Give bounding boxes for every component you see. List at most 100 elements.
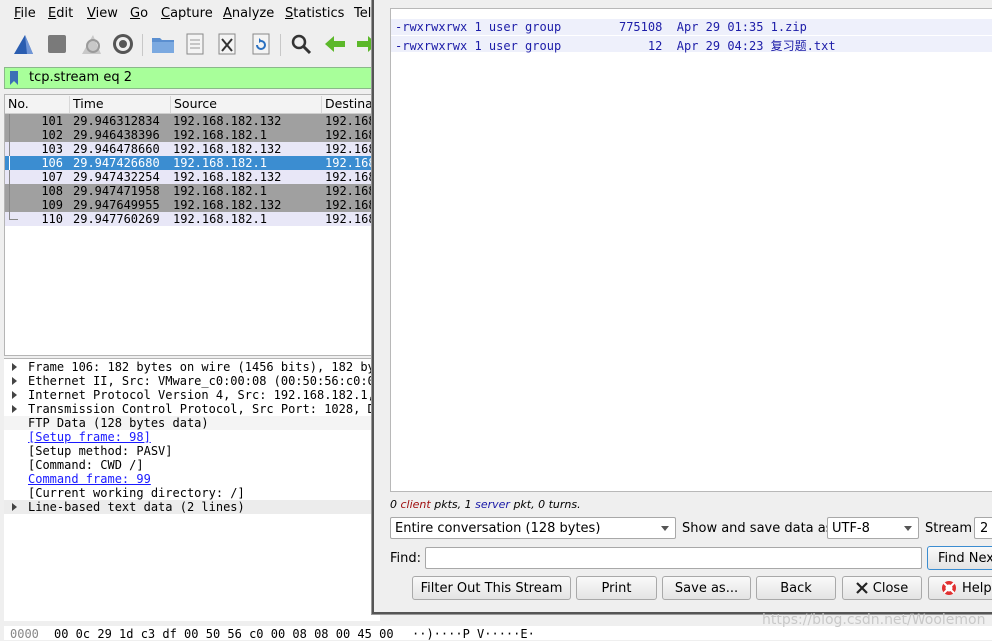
column-header-destination[interactable]: Destinat bbox=[321, 96, 378, 113]
detail-text: [Setup method: PASV] bbox=[28, 444, 173, 458]
chevron-down-icon bbox=[904, 526, 912, 531]
packet-row[interactable]: 107 29.947432254 192.168.182.132 192.168 bbox=[5, 170, 379, 184]
display-filter-bar[interactable]: tcp.stream eq 2 bbox=[4, 67, 384, 89]
toolbar-divider bbox=[142, 34, 143, 56]
reload-file-icon[interactable] bbox=[248, 31, 274, 57]
detail-link[interactable]: Command frame: 99 bbox=[28, 472, 151, 486]
packet-row[interactable]: 106 29.947426680 192.168.182.1 192.168 bbox=[5, 156, 379, 170]
packet-cell-time: 29.947426680 bbox=[73, 156, 160, 170]
detail-tree-item[interactable]: Frame 106: 182 bytes on wire (1456 bits)… bbox=[4, 360, 380, 374]
menu-go[interactable]: Go bbox=[130, 6, 148, 21]
open-folder-icon[interactable] bbox=[150, 31, 176, 57]
packet-cell-src: 192.168.182.132 bbox=[173, 170, 282, 184]
packet-list-header: No. Time Source Destinat bbox=[5, 95, 379, 114]
detail-tree-item[interactable]: Command frame: 99 bbox=[4, 472, 380, 486]
watermark: https://blog.csdn.net/Woolemon bbox=[762, 612, 986, 628]
packet-cell-dst: 192.168 bbox=[325, 142, 376, 156]
packet-row[interactable]: 103 29.946478660 192.168.182.132 192.168 bbox=[5, 142, 379, 156]
expand-arrow-icon[interactable] bbox=[12, 363, 17, 371]
packet-row[interactable]: 102 29.946438396 192.168.182.1 192.168 bbox=[5, 128, 379, 142]
hex-offset: 0000 bbox=[10, 627, 39, 641]
detail-text: [Current working directory: /] bbox=[28, 486, 245, 500]
close-file-icon[interactable] bbox=[214, 31, 240, 57]
show-save-label: Show and save data as bbox=[682, 521, 833, 536]
expand-arrow-icon[interactable] bbox=[12, 405, 17, 413]
capture-options-gear-icon[interactable] bbox=[110, 31, 136, 57]
find-next-button[interactable]: Find Next bbox=[927, 546, 992, 570]
bookmark-icon[interactable] bbox=[9, 71, 19, 85]
packet-details-pane[interactable]: Frame 106: 182 bytes on wire (1456 bits)… bbox=[4, 358, 380, 621]
column-header-source[interactable]: Source bbox=[170, 96, 217, 113]
detail-tree-item[interactable]: FTP Data (128 bytes data) bbox=[4, 416, 380, 430]
column-header-time[interactable]: Time bbox=[69, 96, 104, 113]
detail-tree-item[interactable]: Transmission Control Protocol, Src Port:… bbox=[4, 402, 380, 416]
stream-content-view[interactable]: -rwxrwxrwx 1 user group 775108 Apr 29 01… bbox=[390, 8, 992, 492]
detail-tree-item[interactable]: Ethernet II, Src: VMware_c0:00:08 (00:50… bbox=[4, 374, 380, 388]
chevron-down-icon bbox=[661, 526, 669, 531]
packet-list[interactable]: No. Time Source Destinat 101 29.946312834… bbox=[4, 94, 380, 356]
stream-packet-summary: 0 client pkts, 1 server pkt, 0 turns. bbox=[390, 498, 581, 511]
detail-text: FTP Data (128 bytes data) bbox=[28, 416, 209, 430]
packet-cell-src: 192.168.182.1 bbox=[173, 128, 267, 142]
toolbar-divider bbox=[280, 34, 281, 56]
packet-row[interactable]: 110 29.947760269 192.168.182.1 192.168 bbox=[5, 212, 379, 226]
detail-tree-item[interactable]: [Command: CWD /] bbox=[4, 458, 380, 472]
conversation-select[interactable]: Entire conversation (128 bytes) bbox=[390, 517, 676, 539]
packet-cell-src: 192.168.182.132 bbox=[173, 142, 282, 156]
expand-arrow-icon[interactable] bbox=[12, 377, 17, 385]
packet-cell-time: 29.946478660 bbox=[73, 142, 160, 156]
restart-capture-icon[interactable] bbox=[78, 31, 104, 57]
packet-bytes-pane: 0000 00 0c 29 1d c3 df 00 50 56 c0 00 08… bbox=[4, 626, 992, 641]
find-label: Find: bbox=[390, 551, 422, 566]
menu-view[interactable]: View bbox=[87, 6, 118, 21]
packet-cell-dst: 192.168 bbox=[325, 128, 376, 142]
shark-fin-start-icon[interactable] bbox=[10, 31, 36, 57]
detail-tree-item[interactable]: Line-based text data (2 lines) bbox=[4, 500, 380, 514]
save-file-icon[interactable] bbox=[182, 31, 208, 57]
detail-text: [Command: CWD /] bbox=[28, 458, 144, 472]
menu-analyze[interactable]: Analyze bbox=[223, 6, 274, 21]
menu-file[interactable]: File bbox=[14, 6, 36, 21]
detail-tree-item[interactable]: Internet Protocol Version 4, Src: 192.16… bbox=[4, 388, 380, 402]
packet-cell-dst: 192.168 bbox=[325, 198, 376, 212]
print-button[interactable]: Print bbox=[576, 576, 657, 600]
detail-text: Ethernet II, Src: VMware_c0:00:08 (00:50… bbox=[28, 374, 375, 388]
detail-text: Line-based text data (2 lines) bbox=[28, 500, 245, 514]
packet-cell-no: 109 bbox=[41, 198, 63, 212]
close-x-icon bbox=[856, 582, 868, 594]
display-filter-input[interactable]: tcp.stream eq 2 bbox=[29, 70, 132, 85]
packet-cell-src: 192.168.182.132 bbox=[173, 114, 282, 128]
packet-cell-no: 103 bbox=[41, 142, 63, 156]
packet-cell-no: 108 bbox=[41, 184, 63, 198]
encoding-select[interactable]: UTF-8 bbox=[827, 517, 919, 539]
expand-arrow-icon[interactable] bbox=[12, 503, 17, 511]
detail-text: Transmission Control Protocol, Src Port:… bbox=[28, 402, 375, 416]
menu-capture[interactable]: Capture bbox=[161, 6, 213, 21]
back-button[interactable]: Back bbox=[756, 576, 836, 600]
stream-line: -rwxrwxrwx 1 user group 12 Apr 29 04:23 … bbox=[391, 36, 992, 53]
save-as-button[interactable]: Save as... bbox=[662, 576, 751, 600]
expand-arrow-icon[interactable] bbox=[12, 391, 17, 399]
help-lifebuoy-icon bbox=[941, 580, 957, 596]
detail-tree-item[interactable]: [Setup method: PASV] bbox=[4, 444, 380, 458]
stream-number-spinbox[interactable]: 2 bbox=[974, 517, 992, 539]
column-header-no[interactable]: No. bbox=[5, 96, 29, 113]
packet-cell-time: 29.947471958 bbox=[73, 184, 160, 198]
detail-tree-item[interactable]: [Setup frame: 98] bbox=[4, 430, 380, 444]
stream-label: Stream bbox=[925, 521, 973, 536]
detail-link[interactable]: [Setup frame: 98] bbox=[28, 430, 151, 444]
menu-statistics[interactable]: Statistics bbox=[285, 6, 344, 21]
detail-tree-item[interactable]: [Current working directory: /] bbox=[4, 486, 380, 500]
packet-row[interactable]: 101 29.946312834 192.168.182.132 192.168 bbox=[5, 114, 379, 128]
help-button[interactable]: Help bbox=[928, 576, 992, 600]
filter-out-stream-button[interactable]: Filter Out This Stream bbox=[412, 576, 571, 600]
packet-row[interactable]: 108 29.947471958 192.168.182.1 192.168 bbox=[5, 184, 379, 198]
find-packet-magnifier-icon[interactable] bbox=[288, 31, 314, 57]
menu-edit[interactable]: Edit bbox=[48, 6, 73, 21]
packet-row[interactable]: 109 29.947649955 192.168.182.132 192.168 bbox=[5, 198, 379, 212]
stop-capture-icon[interactable] bbox=[44, 31, 70, 57]
hex-ascii: ··)····P V·····E· bbox=[412, 627, 535, 641]
go-back-arrow-icon[interactable] bbox=[322, 31, 348, 57]
find-input[interactable] bbox=[425, 547, 922, 569]
close-button[interactable]: Close bbox=[842, 576, 922, 600]
